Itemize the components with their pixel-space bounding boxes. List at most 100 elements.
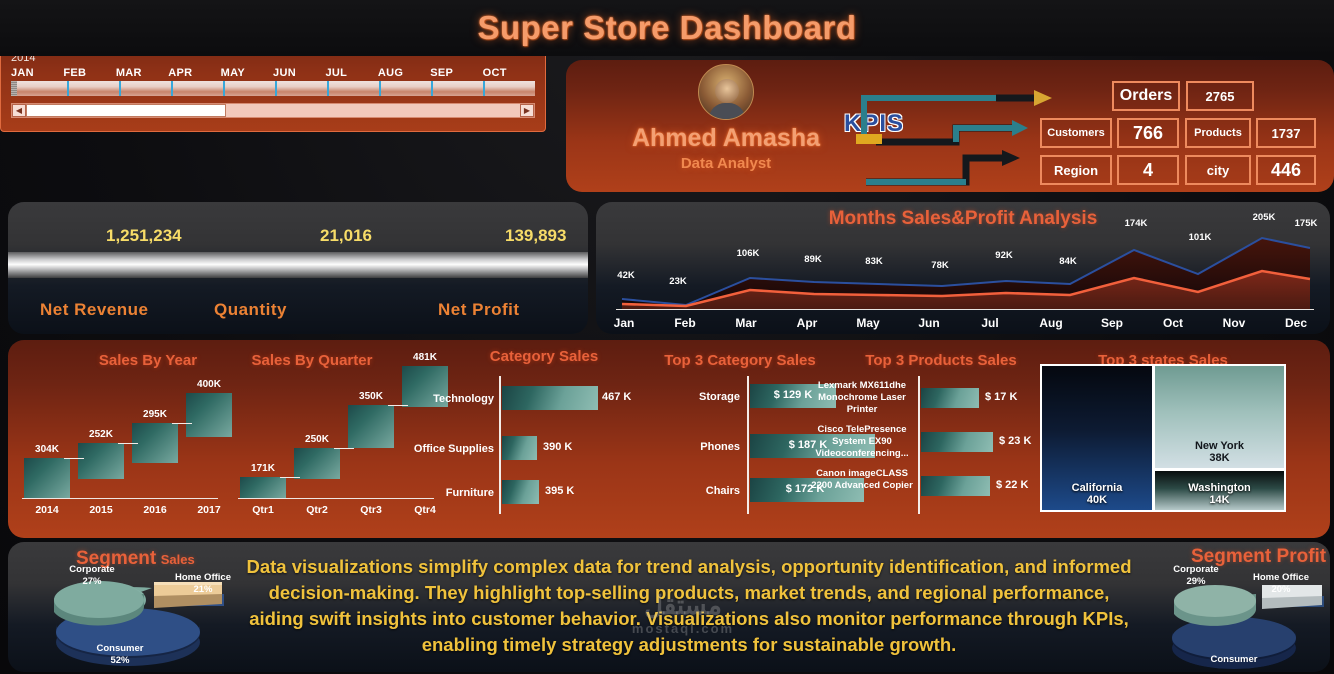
chart-title-sales-by-quarter: Sales By Quarter [251,352,373,369]
data-label: 106K [736,248,760,259]
data-label: 89K [804,254,822,265]
scroll-thumb[interactable] [26,104,226,117]
metric-value-net-revenue: 1,251,234 [106,226,182,245]
axis-tick-label: Mar [735,316,757,330]
treemap-cell-california[interactable]: California 40K [1042,366,1152,510]
bar-qtr2 [294,448,340,479]
slicer-track[interactable] [11,81,535,96]
product-label-canon: Canon imageCLASS 2200 Advanced Copier [811,468,913,491]
axis-line [918,376,920,514]
treemap-cell-washington[interactable]: Washington 14K [1155,471,1284,510]
data-label: 42K [617,270,635,281]
axis-tick-label: Qtr2 [306,504,328,516]
month-label: SEP [430,67,454,79]
kpi-label-orders: Orders [1112,81,1180,111]
category-label-storage: Storage [699,391,740,403]
pie-cat: Consumer [1210,654,1258,665]
product-label-lexmark: Lexmark MX611dhe Monochrome Laser Printe… [817,380,907,415]
data-label: 250K [305,434,329,445]
bar-furniture [502,480,539,504]
bar-cisco [921,432,993,452]
pie-cat: Home Office [1253,572,1309,583]
charts-panel: Sales By Year 304K 252K 295K 400K 2014 2… [8,340,1330,538]
data-label: 400K [197,379,221,390]
months-area-svg [621,236,1311,310]
axis-line [22,498,218,499]
chart-title-top3-category: Top 3 Category Sales [664,352,816,369]
treemap-value: 38K [1209,452,1230,464]
treemap-cell-new-york[interactable]: New York 38K [1155,366,1284,468]
bar-lexmark [921,388,979,408]
kpi-value-region: 4 [1117,155,1179,185]
category-label-chairs: Chairs [705,485,740,497]
chart-title-category-sales: Category Sales [489,348,599,365]
chart-title-top3-products: Top 3 Products Sales [865,352,1017,369]
data-label: 350K [359,391,383,402]
axis-tick-label: Apr [796,316,818,330]
data-label: $ 23 K [999,435,1032,447]
profile-name: Ahmed Amasha [631,124,820,152]
month-label: FEB [63,67,87,79]
data-label: 101K [1188,232,1212,243]
slicer-range-track[interactable] [17,81,535,96]
month-label: AUG [377,67,404,79]
slicer-tick [121,81,173,96]
axis-line [238,498,434,499]
data-label: 481K [413,352,437,363]
axis-tick-label: Jun [918,316,940,330]
axis-tick-label: Jan [613,316,635,330]
scroll-left-button[interactable]: ◀ [12,104,26,117]
pie-val: 29% [1186,576,1206,587]
data-label: 92K [995,250,1013,261]
connector [388,405,408,406]
bar-2015 [78,443,124,479]
bar-qtr1 [240,477,286,498]
bar-office-supplies [502,436,537,460]
month-label: MAY [220,67,245,79]
bar-2014 [24,458,70,498]
bar-2017 [186,393,232,437]
month-label: JUN [273,67,296,79]
scroll-right-button[interactable]: ▶ [520,104,534,117]
data-label: 84K [1059,256,1077,267]
slicer-tick [225,81,277,96]
chart-title-sales-by-year: Sales By Year [98,352,198,369]
kpi-value-orders: 2765 [1186,81,1254,111]
data-label: 175K [1294,218,1318,229]
axis-tick-label: Qtr4 [414,504,436,516]
axis-tick-label: Sep [1100,316,1124,330]
metric-label-net-profit: Net Profit [438,300,520,319]
slicer-tick [277,81,329,96]
data-label: 23K [669,276,687,287]
data-label: 252K [89,429,113,440]
slicer-tick [173,81,225,96]
pie-label-corporate-sales: Corporate 27% [50,564,134,588]
pie-label-home-office-profit: Home Office 20% [1236,572,1326,596]
metric-value-net-profit: 139,893 [505,226,567,245]
data-label: $ 22 K [996,479,1029,491]
bar-technology [502,386,598,410]
metric-value-quantity: 21,016 [320,226,372,245]
category-label-office-supplies: Office Supplies [413,443,494,455]
slicer-scrollbar[interactable]: ◀ ▶ [11,103,535,118]
kpi-label-region: Region [1040,155,1112,185]
month-label: JAN [11,67,34,79]
slicer-tick [381,81,433,96]
treemap-label: Washington [1188,482,1251,494]
kpi-value-customers: 766 [1117,118,1179,148]
avatar [698,64,754,120]
bar-2016 [132,423,178,463]
pie-cat: Consumer [96,643,144,654]
pie-val: 27% [82,576,102,587]
category-label-furniture: Furniture [445,487,494,499]
data-label: 295K [143,409,167,420]
kpi-label-products: Products [1185,118,1251,148]
metric-label-net-revenue: Net Revenue [40,300,149,319]
axis-tick-label: Qtr1 [252,504,274,516]
months-sales-profit-chart: Months Sales&Profit Analysis 42K 23K 106… [596,202,1330,334]
slicer-tick [485,81,535,96]
slicer-tick [329,81,381,96]
month-label: OCT [482,67,507,79]
connector [334,448,354,449]
connector [172,423,192,424]
